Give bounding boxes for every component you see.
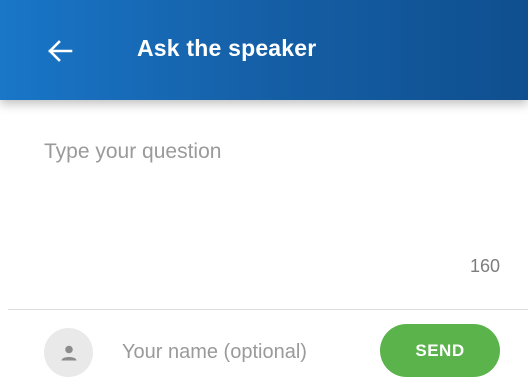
question-input[interactable] bbox=[44, 140, 504, 250]
avatar bbox=[44, 328, 93, 377]
page-title: Ask the speaker bbox=[137, 35, 317, 61]
back-button[interactable] bbox=[40, 33, 80, 69]
arrow-left-icon bbox=[48, 40, 73, 62]
app-bar: Ask the speaker bbox=[0, 0, 528, 100]
character-counter: 160 bbox=[469, 256, 500, 276]
person-icon bbox=[61, 345, 76, 360]
divider bbox=[8, 309, 528, 310]
name-input[interactable] bbox=[122, 337, 362, 367]
send-button[interactable]: SEND bbox=[380, 324, 500, 377]
